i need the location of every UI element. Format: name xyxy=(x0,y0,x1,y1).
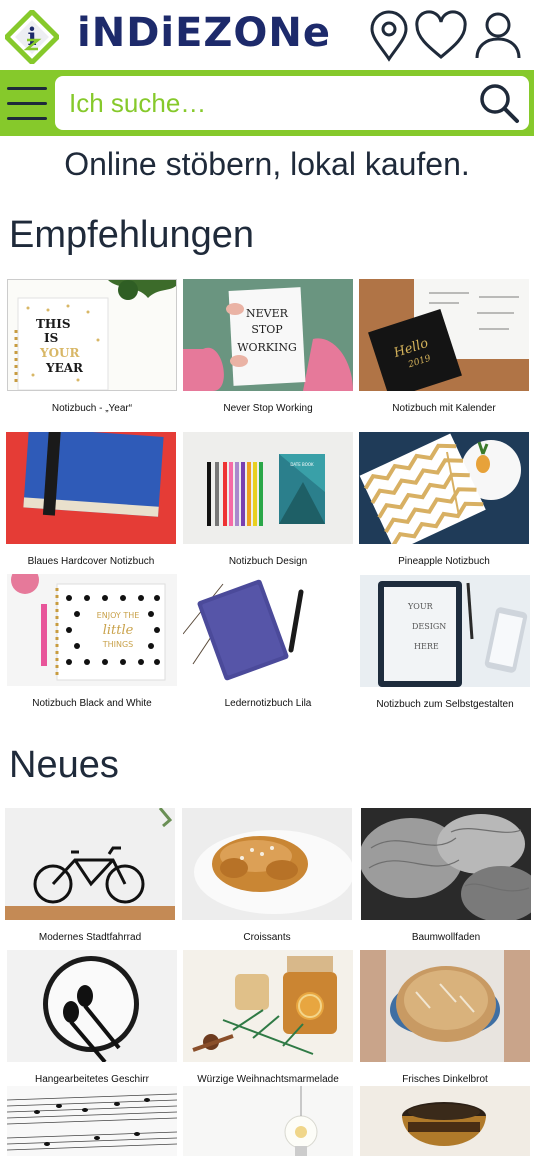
location-pin-icon[interactable] xyxy=(368,10,410,62)
product-image: DATE BOOK xyxy=(183,432,353,544)
logo-wordmark[interactable]: iNDiEZONe xyxy=(77,10,331,56)
product-label: Modernes Stadtfahrrad xyxy=(38,932,142,943)
product-label: Baumwollfaden xyxy=(411,932,481,943)
product-image xyxy=(183,950,353,1062)
product-card[interactable]: Hello 2019 Notizbuch mit Kalender xyxy=(359,279,529,414)
product-image xyxy=(360,1086,530,1156)
svg-text:WORKING: WORKING xyxy=(237,341,297,354)
svg-text:IS: IS xyxy=(44,331,58,345)
svg-text:STOP: STOP xyxy=(251,323,283,336)
product-image: Hello 2019 xyxy=(359,279,529,391)
product-image: THIS IS YOUR YEAR xyxy=(7,279,177,391)
product-card[interactable]: Croissants xyxy=(182,808,352,943)
product-image xyxy=(359,432,529,544)
svg-text:YOUR: YOUR xyxy=(39,346,80,360)
hamburger-menu-icon[interactable] xyxy=(7,87,47,121)
product-card[interactable]: DATE BOOK Notizbuch Design xyxy=(183,432,353,567)
product-label: Notizbuch Black and White xyxy=(32,698,152,709)
product-card[interactable] xyxy=(7,1086,177,1156)
product-label: Never Stop Working xyxy=(223,403,313,414)
product-image xyxy=(5,808,175,920)
search-icon[interactable] xyxy=(477,81,521,125)
product-label: Notizbuch - „Year“ xyxy=(51,403,133,414)
product-label: Notizbuch zum Selbstgestalten xyxy=(376,699,514,710)
product-label: Ledernotizbuch Lila xyxy=(224,698,312,709)
product-image xyxy=(182,808,352,920)
section-title-new: Neues xyxy=(9,744,119,786)
product-card[interactable]: Würzige Weihnachtsmarmelade xyxy=(183,950,353,1085)
product-image xyxy=(7,950,177,1062)
svg-text:DATE BOOK: DATE BOOK xyxy=(290,462,314,467)
section-title-recommendations: Empfehlungen xyxy=(9,214,255,256)
product-card[interactable]: Modernes Stadtfahrrad xyxy=(5,808,175,943)
product-image xyxy=(183,1086,353,1156)
product-label: Pineapple Notizbuch xyxy=(398,556,490,567)
product-card[interactable]: Frisches Dinkelbrot xyxy=(360,950,530,1085)
product-card[interactable] xyxy=(183,1086,353,1156)
user-icon[interactable] xyxy=(474,10,522,62)
product-image xyxy=(360,950,530,1062)
product-card[interactable]: Hangearbeitetes Geschirr xyxy=(7,950,177,1085)
search-bar xyxy=(0,70,534,136)
tagline: Online stöbern, lokal kaufen. xyxy=(64,146,470,182)
svg-text:NEVER: NEVER xyxy=(246,307,289,320)
product-card[interactable]: Blaues Hardcover Notizbuch xyxy=(6,432,176,567)
svg-text:HERE: HERE xyxy=(414,642,439,651)
product-card[interactable]: NEVER STOP WORKING Never Stop Working xyxy=(183,279,353,414)
product-image xyxy=(6,432,176,544)
product-label: Notizbuch mit Kalender xyxy=(392,403,496,414)
product-card[interactable]: ENJOY THE little THINGS Notizbuch Black … xyxy=(7,574,177,709)
product-card[interactable]: Baumwollfaden xyxy=(361,808,531,943)
product-label: Notizbuch Design xyxy=(228,556,308,567)
product-image xyxy=(7,1086,177,1156)
product-image: YOUR DESIGN HERE xyxy=(360,575,530,687)
product-card[interactable]: YOUR DESIGN HERE Notizbuch zum Selbstges… xyxy=(360,575,530,710)
svg-text:YOUR: YOUR xyxy=(407,602,434,611)
product-label: Blaues Hardcover Notizbuch xyxy=(27,556,155,567)
year-cover-text: THIS xyxy=(36,317,71,331)
svg-text:ENJOY THE: ENJOY THE xyxy=(97,611,140,620)
svg-text:YEAR: YEAR xyxy=(45,361,84,375)
product-card[interactable] xyxy=(360,1086,530,1156)
search-input[interactable] xyxy=(69,82,469,124)
svg-text:THINGS: THINGS xyxy=(102,640,134,649)
product-card[interactable]: Ledernotizbuch Lila xyxy=(183,574,353,709)
app-header: i iNDiEZONe xyxy=(0,0,534,70)
product-image xyxy=(361,808,531,920)
logo-icon[interactable]: i xyxy=(5,10,59,64)
product-label: Würzige Weihnachtsmarmelade xyxy=(197,1074,339,1085)
product-label: Frisches Dinkelbrot xyxy=(402,1074,488,1085)
product-label: Hangearbeitetes Geschirr xyxy=(35,1074,149,1085)
product-image: NEVER STOP WORKING xyxy=(183,279,353,391)
product-image: ENJOY THE little THINGS xyxy=(7,574,177,686)
product-image xyxy=(183,574,353,686)
product-label: Croissants xyxy=(243,932,291,943)
search-box xyxy=(55,76,529,130)
product-card[interactable]: THIS IS YOUR YEAR Notizbuch - „Year“ xyxy=(7,279,177,414)
svg-text:little: little xyxy=(103,623,134,638)
heart-icon[interactable] xyxy=(413,10,469,62)
product-card[interactable]: Pineapple Notizbuch xyxy=(359,432,529,567)
svg-text:DESIGN: DESIGN xyxy=(412,622,446,631)
